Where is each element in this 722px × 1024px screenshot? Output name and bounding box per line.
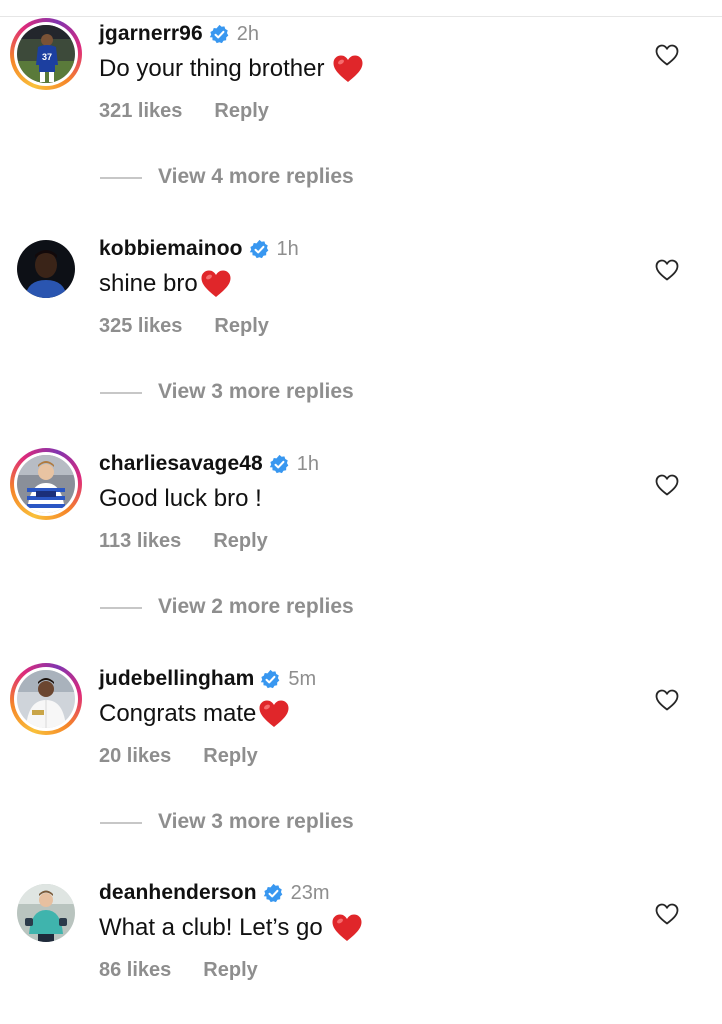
username[interactable]: judebellingham (99, 667, 254, 691)
timestamp: 23m (290, 881, 330, 904)
likes-count[interactable]: 113 likes (99, 530, 181, 553)
comment-item: charliesavage48 1h Good luck bro ! 113 l… (0, 448, 722, 558)
view-more-replies-label[interactable]: View 3 more replies (158, 810, 354, 834)
comment-item: judebellingham 5m Congrats mate 20 likes… (0, 663, 722, 773)
reply-button[interactable]: Reply (203, 745, 257, 768)
username[interactable]: kobbiemainoo (99, 237, 243, 261)
comment-text: Good luck bro ! (99, 482, 262, 516)
timestamp: 2h (236, 22, 259, 45)
comment-item: kobbiemainoo 1h shine bro 325 likes Repl… (0, 233, 722, 343)
likes-count[interactable]: 321 likes (99, 100, 182, 123)
view-more-replies-label[interactable]: View 4 more replies (158, 165, 354, 189)
timestamp: 1h (276, 237, 299, 260)
avatar-goalkeeper-icon (17, 884, 75, 942)
likes-count[interactable]: 325 likes (99, 315, 182, 338)
avatar-portrait-dark-icon (17, 240, 75, 298)
comment-body: shine bro (99, 270, 198, 297)
heart-emoji-icon (333, 55, 363, 82)
heart-emoji-icon (259, 700, 289, 727)
likes-count[interactable]: 20 likes (99, 745, 171, 768)
like-heart-icon[interactable] (655, 903, 679, 925)
verified-badge-icon (249, 239, 268, 258)
view-more-replies-label[interactable]: View 3 more replies (158, 380, 354, 404)
comment-text: shine bro (99, 267, 232, 301)
timestamp: 5m (288, 667, 317, 690)
comment-meta: 325 likes Reply (99, 315, 269, 338)
verified-badge-icon (261, 669, 280, 688)
avatar[interactable]: 37 (17, 25, 75, 83)
avatar-frame[interactable] (10, 877, 82, 949)
comment-meta: 321 likes Reply (99, 100, 269, 123)
svg-text:37: 37 (42, 52, 52, 62)
comment-header: charliesavage48 1h (99, 448, 319, 480)
avatar[interactable] (17, 670, 75, 728)
avatar-player-blue-kit-icon: 37 (17, 25, 75, 83)
heart-emoji-icon (201, 270, 231, 297)
verified-badge-icon (269, 454, 289, 473)
view-more-replies[interactable]: View 3 more replies (0, 808, 722, 838)
view-more-replies[interactable]: View 3 more replies (0, 378, 722, 408)
comment-text: Congrats mate (99, 697, 290, 731)
comment-text: What a club! Let’s go (99, 911, 363, 945)
comment-body: Do your thing brother (99, 55, 325, 82)
avatar-player-hooped-kit-icon (17, 455, 75, 513)
avatar-story-ring[interactable] (10, 448, 82, 520)
comment-body: Good luck bro ! (99, 485, 262, 512)
view-more-replies-label[interactable]: View 2 more replies (158, 595, 354, 619)
comment-item: deanhenderson 23m What a club! Let’s go … (0, 877, 722, 987)
comment-meta: 20 likes Reply (99, 745, 258, 768)
comment-text: Do your thing brother (99, 52, 364, 86)
username[interactable]: jgarnerr96 (99, 22, 203, 46)
verified-badge-icon (209, 24, 229, 43)
likes-count[interactable]: 86 likes (99, 959, 171, 982)
replies-divider-line (100, 177, 142, 179)
heart-emoji-icon (332, 914, 362, 941)
replies-divider-line (100, 607, 142, 609)
avatar[interactable] (17, 884, 75, 942)
top-divider (0, 16, 722, 17)
avatar-player-white-kit-icon (17, 670, 75, 728)
like-heart-icon[interactable] (655, 474, 679, 496)
comment-header: jgarnerr96 2h (99, 18, 259, 50)
username[interactable]: deanhenderson (99, 881, 257, 905)
like-heart-icon[interactable] (655, 44, 679, 66)
view-more-replies[interactable]: View 2 more replies (0, 593, 722, 623)
view-more-replies[interactable]: View 4 more replies (0, 163, 722, 193)
reply-button[interactable]: Reply (213, 530, 267, 553)
comment-body: Congrats mate (99, 700, 257, 727)
comment-header: deanhenderson 23m (99, 877, 330, 909)
avatar-story-ring[interactable]: 37 (10, 18, 82, 90)
avatar-frame[interactable] (10, 233, 82, 305)
comment-meta: 86 likes Reply (99, 959, 258, 982)
avatar[interactable] (17, 240, 75, 298)
reply-button[interactable]: Reply (203, 959, 257, 982)
verified-badge-icon (263, 883, 283, 902)
comment-body: What a club! Let’s go (99, 914, 323, 941)
timestamp: 1h (296, 452, 320, 475)
reply-button[interactable]: Reply (214, 100, 268, 123)
replies-divider-line (100, 392, 142, 394)
comment-item: 37 jgarnerr96 2h Do your thing brother 3… (0, 18, 722, 128)
comment-meta: 113 likes Reply (99, 530, 268, 553)
avatar-story-ring[interactable] (10, 663, 82, 735)
username[interactable]: charliesavage48 (99, 452, 263, 476)
reply-button[interactable]: Reply (214, 315, 268, 338)
avatar[interactable] (17, 455, 75, 513)
replies-divider-line (100, 822, 142, 824)
like-heart-icon[interactable] (655, 259, 679, 281)
like-heart-icon[interactable] (655, 689, 679, 711)
comment-header: judebellingham 5m (99, 663, 316, 695)
comment-header: kobbiemainoo 1h (99, 233, 299, 265)
